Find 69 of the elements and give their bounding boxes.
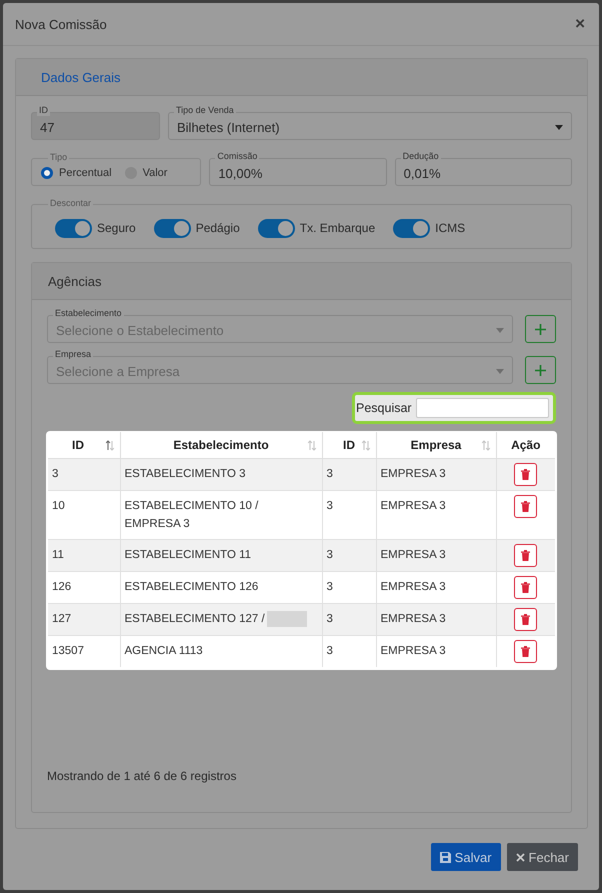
toggle-label: Seguro [97,221,136,235]
delete-button[interactable] [514,576,538,599]
delete-button[interactable] [514,544,538,567]
sort-icon [106,440,114,451]
delete-button[interactable] [514,640,538,663]
toggle-switch[interactable] [393,218,430,238]
trash-icon [521,582,530,593]
delete-button[interactable] [514,608,538,631]
radio-label: Percentual [59,167,112,179]
delete-button[interactable] [514,463,538,486]
search-field[interactable] [416,398,549,418]
group-label: Descontar [48,198,94,209]
table-info: Mostrando de 1 até 6 de 6 registros [47,769,238,783]
save-icon [440,852,451,862]
add-button[interactable] [525,315,556,343]
radio-button[interactable] [41,167,53,179]
table-cell: ESTABELECIMENTO 3 [120,458,322,490]
add-button[interactable] [525,356,556,384]
plus-icon [535,324,546,334]
plus-icon [535,364,546,376]
close-icon [516,852,525,862]
trash-icon [521,550,530,561]
field-label: Empresa [53,349,94,360]
table-cell: 3 [322,458,376,490]
toggle-switch[interactable] [258,218,295,238]
tab[interactable]: Dados Gerais [41,70,120,84]
table-cell: 3 [322,604,376,636]
radio-label: Valor [142,167,168,179]
sort-icon [482,440,490,451]
table-cell-text: ESTABELECIMENTO 127 / [124,613,265,625]
caret-icon [555,124,563,130]
table-cell: 3 [322,540,376,572]
table-cell: 11 [48,540,120,572]
close-button[interactable]: Fechar [506,843,578,871]
search-label: Pesquisar [356,401,412,415]
table-cell: EMPRESA 3 [376,604,496,636]
input-field[interactable]: Comissão 10,00% [209,151,387,186]
field-label: Dedução [400,151,441,162]
trash-icon [521,501,530,512]
caret-icon [496,368,504,374]
table-cell: 13507 [48,636,120,667]
dialog-title: Nova Comissão [15,16,107,32]
save-button[interactable]: Salvar [430,843,501,871]
field-label: Estabelecimento [53,308,124,319]
trash-icon [521,646,530,657]
toggle-switch[interactable] [154,218,191,238]
field-label: ID [37,105,50,116]
trash-icon [521,469,530,480]
caret-icon [496,328,504,332]
table-cell: EMPRESA 3 [376,540,496,572]
group-label: Tipo [48,152,70,163]
table-cell: ESTABELECIMENTO 11 [120,540,322,572]
select-field[interactable]: Tipo de Venda Bilhetes (Internet) [168,105,572,140]
panel-title: Agências [48,274,102,288]
trash-icon [521,614,530,625]
toggle-switch[interactable] [55,218,92,238]
toggle-label: Pedágio [196,221,240,235]
close-button[interactable]: × [573,14,587,34]
field-label: Comissão [215,151,260,162]
input-field[interactable]: Dedução 0,01% [394,151,572,186]
field-label: Tipo de Venda [174,105,236,116]
toggle-label: ICMS [435,221,466,235]
table-cell: 127 [48,604,120,636]
sort-icon [308,440,316,451]
table-cell: 3 [48,458,120,490]
sort-icon [362,440,370,451]
toggle-label: Tx. Embarque [300,221,376,235]
table-cell: EMPRESA 3 [376,458,496,490]
delete-button[interactable] [514,495,538,518]
